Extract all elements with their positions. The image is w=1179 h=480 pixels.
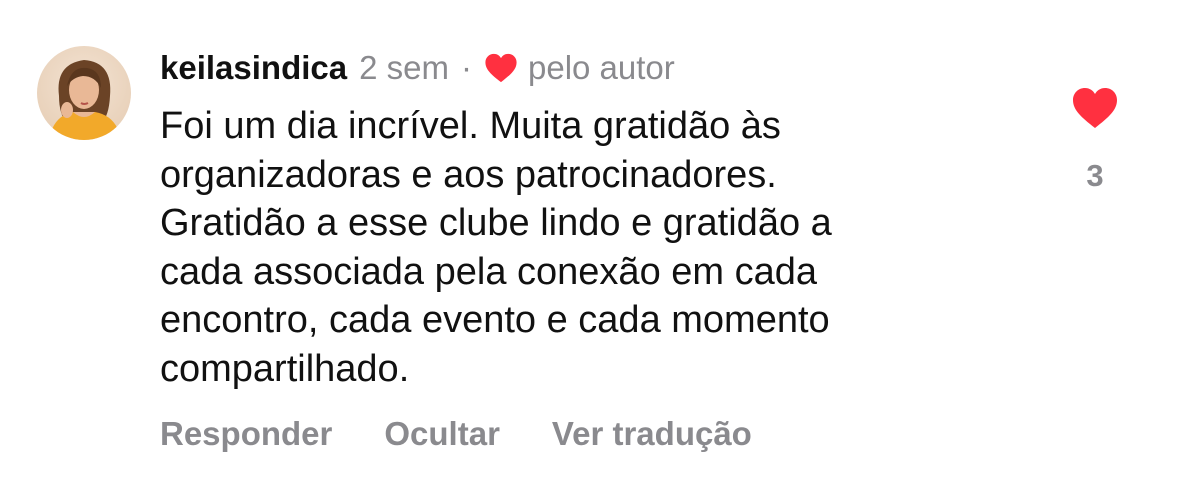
timestamp: 2 sem: [359, 49, 449, 86]
comment-header: keilasindica 2 sem · pelo autor: [160, 46, 675, 90]
comment-text-line: encontro, cada evento e cada momento: [160, 299, 830, 341]
avatar[interactable]: [37, 46, 131, 140]
reply-button[interactable]: Responder: [160, 412, 332, 456]
like-count[interactable]: 3: [1070, 156, 1120, 196]
username[interactable]: keilasindica: [160, 46, 347, 90]
comment-text: Foi um dia incrível. Muita gratidão às o…: [160, 102, 1040, 393]
hide-button[interactable]: Ocultar: [384, 412, 500, 456]
separator-dot: ·: [460, 49, 472, 86]
heart-filled-icon: [484, 52, 518, 84]
translate-button[interactable]: Ver tradução: [552, 412, 752, 456]
comment-text-line: organizadoras e aos patrocinadores.: [160, 153, 777, 196]
heart-filled-icon[interactable]: [1070, 86, 1120, 130]
like-button[interactable]: 3: [1070, 86, 1120, 196]
comment-text-line: cada associada pela conexão em cada: [160, 250, 818, 293]
liked-by-author-label: pelo autor: [527, 49, 675, 86]
comment-item: keilasindica 2 sem · pelo autor Foi um d…: [0, 0, 1179, 480]
comment-text-line: compartilhado.: [160, 347, 410, 390]
comment-text-line: Gratidão a esse clube lindo e gratidão a: [160, 202, 832, 244]
comment-text-line: Foi um dia incrível. Muita gratidão às: [160, 105, 781, 147]
avatar-image: [37, 46, 131, 140]
comment-actions: Responder Ocultar Ver tradução: [160, 412, 752, 456]
